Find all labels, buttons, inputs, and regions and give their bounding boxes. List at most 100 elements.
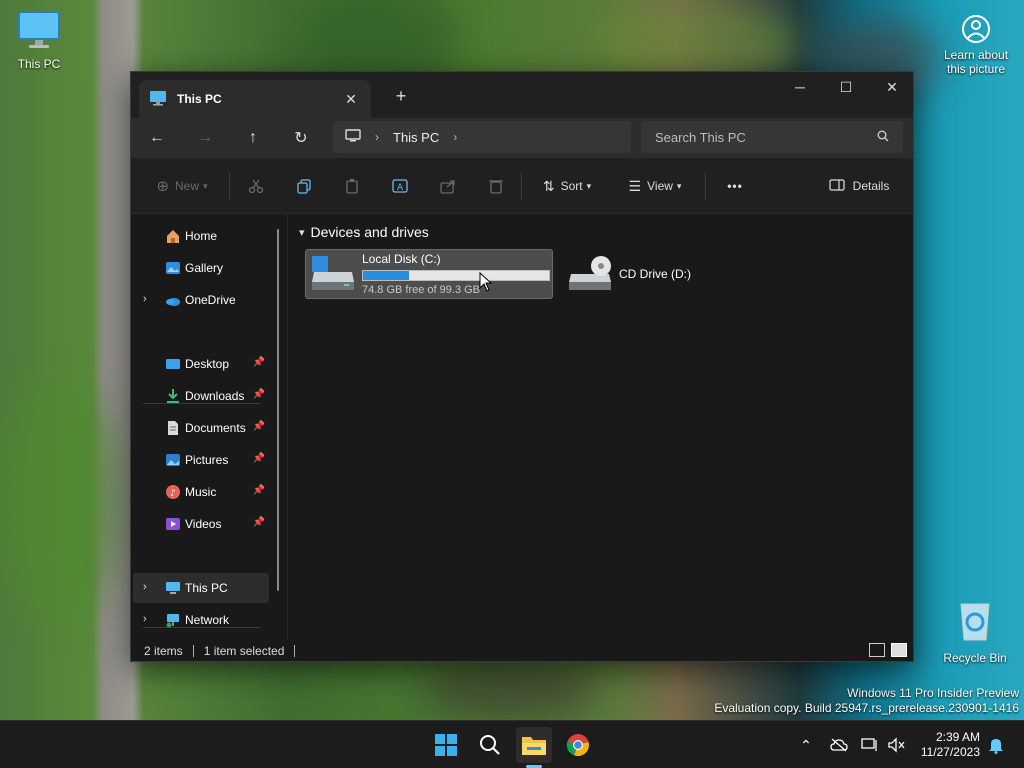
storage-bar-fill xyxy=(363,271,409,280)
chevron-up-icon[interactable]: ⌃ xyxy=(794,733,818,757)
forward-button[interactable]: → xyxy=(189,122,221,154)
delete-icon[interactable] xyxy=(481,170,511,202)
learn-label: Learn about this picture xyxy=(943,48,1009,76)
network-icon[interactable] xyxy=(858,733,882,757)
cut-icon[interactable] xyxy=(241,170,271,202)
sidebar-item-gallery[interactable]: Gallery xyxy=(133,253,269,283)
chevron-right-icon[interactable]: › xyxy=(143,293,147,305)
sidebar-item-label: Documents xyxy=(185,421,246,435)
sidebar-item-label: Music xyxy=(185,485,217,499)
navigation-scrollbar[interactable] xyxy=(277,229,279,591)
breadcrumb-chevron-icon[interactable]: › xyxy=(453,130,457,144)
sidebar-item-downloads[interactable]: Downloads 📌 xyxy=(133,381,269,411)
group-header[interactable]: ▾ Devices and drives xyxy=(299,224,429,240)
details-pane-icon xyxy=(829,178,845,194)
drive-name: CD Drive (D:) xyxy=(619,267,691,281)
drive-free-space: 74.8 GB free of 99.3 GB xyxy=(362,284,481,296)
drive-item-c[interactable]: Local Disk (C:) 74.8 GB free of 99.3 GB xyxy=(305,249,553,299)
sidebar-item-videos[interactable]: Videos 📌 xyxy=(133,509,269,539)
chevron-right-icon[interactable]: › xyxy=(143,581,147,593)
bg-rocks xyxy=(420,660,600,720)
copy-icon[interactable] xyxy=(289,170,319,202)
system-clock[interactable]: 2:39 AM 11/27/2023 xyxy=(921,730,980,760)
drive-item-d[interactable]: CD Drive (D:) xyxy=(563,249,713,299)
volume-muted-icon[interactable] xyxy=(884,733,908,757)
details-button[interactable]: Details xyxy=(825,170,893,202)
sidebar-item-music[interactable]: ♪ Music 📌 xyxy=(133,477,269,507)
sort-icon: ⇅ xyxy=(542,177,555,194)
cd-drive-icon xyxy=(567,254,613,295)
cloud-icon xyxy=(165,292,181,311)
chevron-right-icon[interactable]: › xyxy=(143,613,147,625)
toolbar-divider xyxy=(521,172,522,200)
sidebar-item-network[interactable]: › Network xyxy=(133,605,269,635)
up-button[interactable]: ↑ xyxy=(237,122,269,154)
search-icon[interactable] xyxy=(472,727,508,763)
desktop-icon xyxy=(165,356,181,375)
search-placeholder: Search This PC xyxy=(655,129,746,145)
watermark-line1: Windows 11 Pro Insider Preview xyxy=(847,686,1019,700)
back-button[interactable]: ← xyxy=(141,122,173,154)
sidebar-item-home[interactable]: Home xyxy=(133,221,269,251)
breadcrumb-chevron-icon[interactable]: › xyxy=(375,130,379,144)
recycle-bin-icon xyxy=(940,598,1010,647)
cloud-offline-icon[interactable] xyxy=(827,733,851,757)
chrome-icon[interactable] xyxy=(560,727,596,763)
view-icon: ☰ xyxy=(628,177,642,194)
share-icon[interactable] xyxy=(433,170,463,202)
breadcrumb-this-pc[interactable]: This PC xyxy=(393,130,439,145)
tab-this-pc[interactable]: This PC ✕ xyxy=(139,80,371,118)
desktop-icon-this-pc[interactable]: This PC xyxy=(4,10,74,71)
rename-icon[interactable]: A xyxy=(385,170,415,202)
sidebar-item-desktop[interactable]: Desktop 📌 xyxy=(133,349,269,379)
chevron-down-icon: ▾ xyxy=(203,180,208,191)
plus-circle-icon: ⊕ xyxy=(156,178,170,195)
new-tab-button[interactable]: + xyxy=(389,84,413,108)
maximize-button[interactable]: ☐ xyxy=(823,72,869,102)
notification-bell-icon[interactable] xyxy=(984,733,1008,757)
document-icon xyxy=(165,420,181,439)
title-bar[interactable]: This PC ✕ + ─ ☐ ✕ xyxy=(131,72,913,118)
paste-icon[interactable] xyxy=(337,170,367,202)
desktop-icon-recycle-bin[interactable]: Recycle Bin xyxy=(940,598,1010,665)
start-icon[interactable] xyxy=(428,727,464,763)
tiles-view-icon[interactable] xyxy=(891,643,907,657)
windows-watermark: Windows 11 Pro Insider Preview Evaluatio… xyxy=(714,686,1019,716)
pin-icon: 📌 xyxy=(252,485,265,496)
new-label: New xyxy=(175,179,200,193)
details-view-icon[interactable] xyxy=(869,643,885,657)
sort-button[interactable]: ⇅ Sort ▾ xyxy=(535,170,599,202)
sidebar-item-label: Downloads xyxy=(185,389,245,403)
pin-icon: 📌 xyxy=(252,517,265,528)
minimize-button[interactable]: ─ xyxy=(777,72,823,102)
sidebar-item-label: OneDrive xyxy=(185,293,236,307)
pin-icon: 📌 xyxy=(252,453,265,464)
learn-about-picture[interactable]: Learn about this picture xyxy=(936,14,1016,76)
refresh-button[interactable]: ↻ xyxy=(285,122,317,154)
see-more-button[interactable]: ••• xyxy=(717,170,753,202)
pin-icon: 📌 xyxy=(252,389,265,400)
item-count: 2 items xyxy=(144,644,183,658)
tab-close-icon[interactable]: ✕ xyxy=(341,89,361,109)
address-bar[interactable]: › This PC › xyxy=(333,121,631,153)
sidebar-item-this-pc[interactable]: › This PC xyxy=(133,573,269,603)
home-icon xyxy=(165,228,181,247)
sidebar-item-pictures[interactable]: Pictures 📌 xyxy=(133,445,269,475)
file-explorer-icon[interactable] xyxy=(516,727,552,763)
storage-bar xyxy=(362,270,550,281)
sidebar-item-onedrive[interactable]: › OneDrive xyxy=(133,285,269,315)
sidebar-item-label: Gallery xyxy=(185,261,224,275)
status-bar: 2 items 1 item selected xyxy=(131,640,913,662)
sidebar-item-label: Home xyxy=(185,229,218,243)
close-button[interactable]: ✕ xyxy=(869,72,915,102)
navigation-bar: ← → ↑ ↻ › This PC › Search This PC xyxy=(131,118,913,158)
status-divider xyxy=(294,645,296,657)
sidebar-item-documents[interactable]: Documents 📌 xyxy=(133,413,269,443)
camera-icon xyxy=(961,14,991,44)
desktop-icon-label: This PC xyxy=(17,57,61,71)
mouse-cursor-icon xyxy=(479,271,493,295)
new-button[interactable]: ⊕ New ▾ xyxy=(149,170,215,202)
view-button[interactable]: ☰ View ▾ xyxy=(621,170,689,202)
search-input[interactable]: Search This PC xyxy=(641,121,903,153)
pane-divider[interactable] xyxy=(287,214,288,640)
